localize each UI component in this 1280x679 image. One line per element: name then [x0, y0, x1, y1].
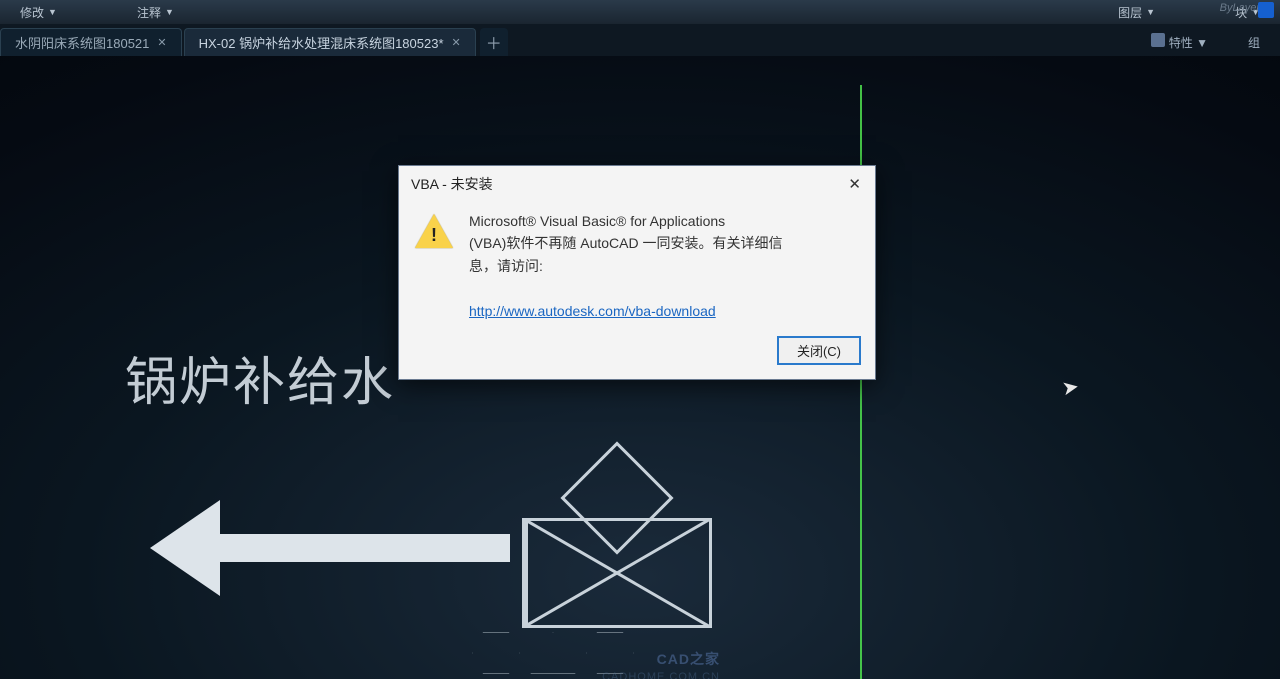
watermark-text: CAD之家	[657, 649, 720, 669]
ribbon-label: 特性	[1169, 36, 1193, 50]
drawing-shapes	[470, 630, 636, 676]
warning-icon: !	[415, 214, 453, 248]
ribbon-group-modify[interactable]: 修改 ▼	[20, 4, 57, 21]
group-label: 组	[1248, 34, 1260, 51]
dialog-titlebar[interactable]: VBA - 未安装 ✕	[399, 166, 875, 200]
chevron-down-icon: ▼	[48, 7, 57, 17]
vba-dialog: VBA - 未安装 ✕ ! Microsoft® Visual Basic® f…	[398, 165, 876, 380]
properties-dropdown[interactable]: 特性 ▼	[1151, 33, 1208, 51]
mouse-cursor-icon: ➤	[1060, 374, 1081, 402]
tab-document-2[interactable]: HX-02 锅炉补给水处理混床系统图180523* ✕	[184, 28, 476, 56]
tab-label: HX-02 锅炉补给水处理混床系统图180523*	[199, 33, 444, 52]
tab-add-button[interactable]: ＋	[480, 28, 508, 56]
document-tabs: 水阴阳床系统图180521 ✕ HX-02 锅炉补给水处理混床系统图180523…	[0, 24, 1280, 56]
app-icon[interactable]	[1258, 2, 1274, 18]
drawing-title-text: 锅炉补给水	[125, 340, 395, 415]
chevron-down-icon: ▼	[1196, 36, 1208, 50]
ribbon-label: 修改	[20, 4, 44, 21]
dialog-title: VBA - 未安装	[411, 174, 493, 194]
bylayer-label: ByLayer	[1220, 2, 1260, 14]
chevron-down-icon: ▼	[165, 7, 174, 17]
drawing-arrow	[150, 500, 510, 596]
properties-icon	[1151, 33, 1165, 47]
drawing-valve-symbol	[522, 458, 712, 628]
ribbon-bar: 修改 ▼ 注释 ▼ 图层 ▼ 块 ▼	[0, 0, 1280, 24]
close-icon[interactable]: ✕	[844, 175, 865, 193]
dialog-link[interactable]: http://www.autodesk.com/vba-download	[469, 303, 716, 319]
dialog-message: Microsoft® Visual Basic® for Application…	[469, 210, 859, 322]
chevron-down-icon: ▼	[1146, 7, 1155, 17]
dialog-text-line: 息，请访问:	[469, 258, 543, 274]
tab-document-1[interactable]: 水阴阳床系统图180521 ✕	[0, 28, 182, 56]
ribbon-group-layer[interactable]: 图层 ▼	[1118, 4, 1155, 21]
ribbon-label: 注释	[137, 4, 161, 21]
tab-label: 水阴阳床系统图180521	[15, 33, 149, 52]
dialog-text-line: (VBA)软件不再随 AutoCAD 一同安装。有关详细信	[469, 235, 782, 251]
dialog-text-line: Microsoft® Visual Basic® for Application…	[469, 213, 725, 229]
watermark-url: CADHOME.COM.CN	[602, 671, 720, 679]
ribbon-group-annotate[interactable]: 注释 ▼	[137, 4, 174, 21]
ribbon-label: 图层	[1118, 4, 1142, 21]
close-icon[interactable]: ✕	[452, 36, 461, 49]
close-button[interactable]: 关闭(C)	[777, 336, 861, 365]
close-icon[interactable]: ✕	[157, 36, 166, 49]
